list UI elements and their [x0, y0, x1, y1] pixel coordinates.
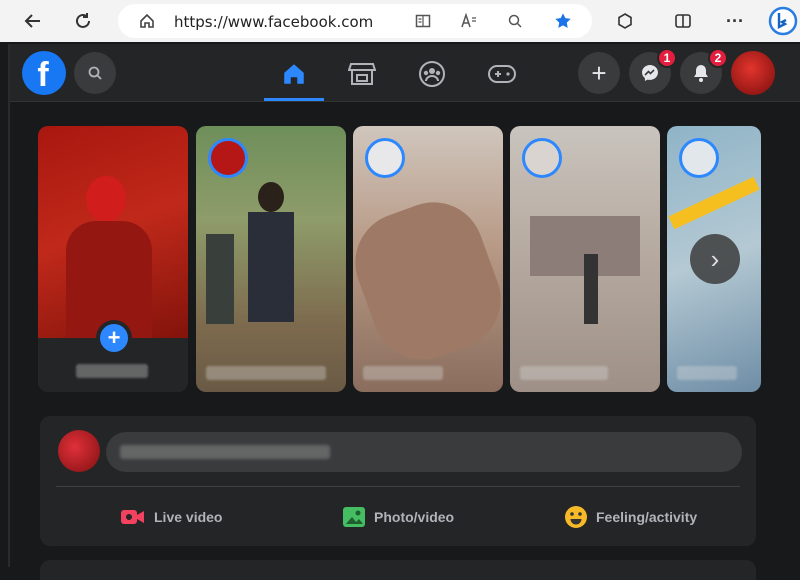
- create-story-label: [76, 364, 148, 378]
- notifications-button[interactable]: 2: [680, 48, 728, 94]
- composer-placeholder: [120, 445, 330, 459]
- live-video-icon: [121, 510, 144, 524]
- search-button[interactable]: [74, 52, 116, 94]
- address-bar[interactable]: https://www.facebook.com: [118, 4, 592, 38]
- story-hand-photo: [353, 188, 503, 374]
- story-avatar: [679, 138, 719, 178]
- messenger-button[interactable]: 1: [629, 48, 677, 94]
- bell-icon: [694, 65, 708, 82]
- split-screen-icon[interactable]: [668, 6, 698, 36]
- story-name: [363, 366, 443, 380]
- create-button[interactable]: +: [578, 52, 620, 94]
- post-composer: Live video Photo/video Feeling/activity: [40, 416, 756, 546]
- bing-icon[interactable]: [766, 6, 800, 36]
- story-profile-photo: [86, 176, 126, 222]
- composer-avatar[interactable]: [58, 430, 100, 472]
- back-arrow-icon[interactable]: [18, 6, 48, 36]
- next-post-card: [40, 560, 756, 580]
- search-icon: [88, 66, 102, 80]
- stories-next-button[interactable]: ›: [690, 234, 740, 284]
- marketplace-icon: [348, 63, 376, 85]
- favorite-star-icon[interactable]: [552, 10, 574, 32]
- story-name: [520, 366, 608, 380]
- live-video-button[interactable]: Live video: [120, 500, 222, 534]
- photo-video-label: Photo/video: [374, 509, 455, 525]
- facebook-page: f + 1 2 + › Live video Photo/video Feeli…: [8, 44, 800, 580]
- gaming-icon: [488, 65, 516, 83]
- story-pattern-photo: [668, 176, 760, 230]
- profile-avatar[interactable]: [731, 51, 775, 95]
- story-avatar: [522, 138, 562, 178]
- smiley-icon: [565, 506, 587, 528]
- feeling-activity-button[interactable]: Feeling/activity: [564, 500, 697, 534]
- more-icon[interactable]: ···: [720, 6, 750, 36]
- create-story-footer: +: [38, 320, 188, 392]
- facebook-top-navbar: f + 1 2: [10, 44, 800, 102]
- photo-video-button[interactable]: Photo/video: [342, 500, 454, 534]
- story-avatar: [365, 138, 405, 178]
- nav-home[interactable]: [264, 54, 324, 94]
- story-name: [677, 366, 737, 380]
- live-video-label: Live video: [154, 509, 223, 525]
- photo-icon: [343, 507, 365, 527]
- story-card[interactable]: [510, 126, 660, 392]
- create-story-card[interactable]: +: [38, 126, 188, 392]
- active-tab-indicator: [264, 98, 324, 101]
- story-person: [584, 254, 598, 324]
- whats-on-your-mind-input[interactable]: [106, 432, 742, 472]
- nav-marketplace[interactable]: [332, 54, 392, 94]
- facebook-logo[interactable]: f: [22, 51, 66, 95]
- story-name: [206, 366, 326, 380]
- home-icon: [284, 64, 304, 84]
- notifications-badge: 2: [708, 48, 728, 68]
- groups-icon: [419, 61, 445, 87]
- chevron-right-icon: ›: [710, 243, 720, 274]
- story-person-head: [258, 182, 284, 212]
- messenger-icon: [642, 65, 658, 81]
- reader-icon[interactable]: [412, 10, 434, 32]
- url-text[interactable]: https://www.facebook.com: [174, 13, 373, 31]
- story-card[interactable]: [353, 126, 503, 392]
- zoom-icon[interactable]: [504, 10, 526, 32]
- composer-divider: [56, 486, 740, 487]
- home-icon[interactable]: [136, 10, 158, 32]
- plus-icon[interactable]: +: [96, 320, 132, 356]
- story-person-2: [206, 234, 234, 324]
- read-aloud-icon[interactable]: [458, 10, 480, 32]
- browser-toolbar: https://www.facebook.com ···: [0, 0, 800, 42]
- story-avatar: [208, 138, 248, 178]
- refresh-icon[interactable]: [68, 6, 98, 36]
- messenger-badge: 1: [657, 48, 677, 68]
- story-person-body: [248, 212, 294, 322]
- extensions-icon[interactable]: [610, 6, 640, 36]
- feeling-activity-label: Feeling/activity: [596, 509, 698, 525]
- nav-groups[interactable]: [402, 54, 462, 94]
- nav-gaming[interactable]: [472, 54, 532, 94]
- plus-icon: +: [591, 57, 607, 88]
- story-card[interactable]: [196, 126, 346, 392]
